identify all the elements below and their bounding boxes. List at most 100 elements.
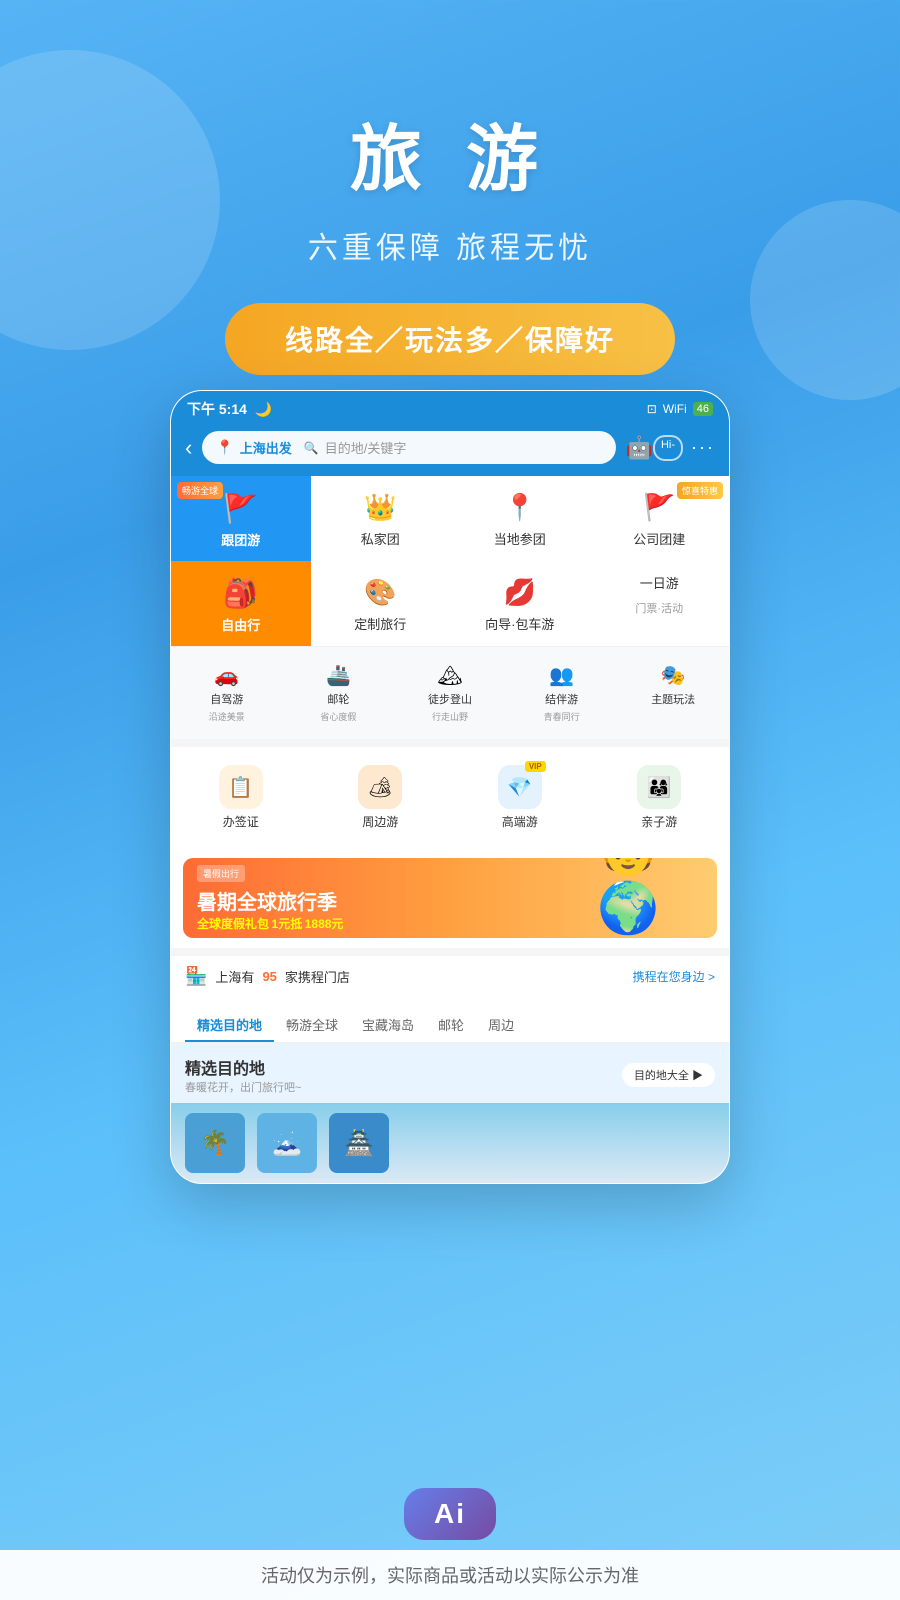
service-family[interactable]: 👨‍👩‍👧 亲子游 bbox=[590, 757, 730, 838]
store-icon: 🏪 bbox=[185, 966, 207, 987]
dest-thumb-1[interactable]: 🌴 bbox=[185, 1113, 245, 1173]
featured-images-row: 🌴 🗻 🏯 bbox=[171, 1103, 729, 1183]
tab-global[interactable]: 畅游全球 bbox=[274, 1009, 350, 1042]
service-label-nearby: 周边游 bbox=[362, 813, 398, 830]
banner-cta-amount: 1888元 bbox=[305, 917, 344, 931]
cat-label-private: 私家团 bbox=[361, 529, 400, 548]
small-sub-hiking: 行走山野 bbox=[432, 710, 468, 723]
cat-label-guide: 向导·包车游 bbox=[485, 614, 554, 633]
small-hiking[interactable]: 🏔 徒步登山 行走山野 bbox=[394, 657, 506, 729]
user-icon-wrap[interactable]: 🤖 Hi- bbox=[626, 435, 683, 461]
phone-frame: 下午 5:14 🌙 ⊡ WiFi 46 ‹ 📍 上海出发 🔍 目的地/关键字 � bbox=[170, 390, 730, 1184]
banner-title: 暑期全球旅行季 bbox=[197, 886, 583, 915]
more-dots-icon[interactable]: ··· bbox=[691, 437, 715, 458]
dest-thumb-3[interactable]: 🏯 bbox=[329, 1113, 389, 1173]
search-placeholder: 目的地/关键字 bbox=[325, 438, 407, 457]
family-icon: 👨‍👩‍👧 bbox=[647, 775, 672, 800]
cat-corp-tour[interactable]: 惊喜特惠 🚩 公司团建 bbox=[590, 476, 730, 561]
cat-private-tour[interactable]: 👑 私家团 bbox=[311, 476, 451, 561]
screen-icon: ⊡ bbox=[647, 402, 657, 416]
small-grid: 🚗 自驾游 沿途美景 🚢 邮轮 省心度假 🏔 徒步登山 行走山野 👥 结伴游 青… bbox=[171, 646, 729, 739]
small-label-companion: 结伴游 bbox=[545, 691, 578, 707]
small-label-theme: 主题玩法 bbox=[651, 691, 695, 707]
wifi-icon: WiFi bbox=[663, 402, 687, 416]
small-label-drive: 自驾游 bbox=[210, 691, 243, 707]
disclaimer: 活动仅为示例，实际商品或活动以实际公示为准 bbox=[0, 1550, 900, 1600]
store-count: 95 bbox=[262, 969, 276, 984]
tab-selected-dest[interactable]: 精选目的地 bbox=[185, 1009, 274, 1042]
cat-tag-group: 畅游全球 bbox=[177, 482, 223, 499]
vip-badge: VIP bbox=[525, 761, 546, 772]
nearby-icon: 🏕 bbox=[368, 775, 393, 800]
category-grid-row2: 🎒 自由行 🎨 定制旅行 💋 向导·包车游 一日游 门票·活动 bbox=[171, 561, 729, 646]
search-origin: 上海出发 bbox=[240, 438, 292, 457]
service-nearby[interactable]: 🏕 周边游 bbox=[311, 757, 451, 838]
hi-badge: Hi- bbox=[653, 435, 683, 461]
phone-mockup: 下午 5:14 🌙 ⊡ WiFi 46 ‹ 📍 上海出发 🔍 目的地/关键字 � bbox=[170, 390, 730, 1184]
small-label-hiking: 徒步登山 bbox=[428, 691, 472, 707]
featured-more-button[interactable]: 目的地大全 ▶ bbox=[622, 1063, 715, 1087]
luxury-icon: 💎 bbox=[507, 775, 532, 800]
moon-icon: 🌙 bbox=[255, 401, 272, 417]
cat-guide-tour[interactable]: 💋 向导·包车游 bbox=[450, 561, 590, 646]
cat-custom-travel[interactable]: 🎨 定制旅行 bbox=[311, 561, 451, 646]
people-icon: 👥 bbox=[549, 663, 574, 688]
back-button[interactable]: ‹ bbox=[185, 435, 192, 461]
cat-free-travel[interactable]: 🎒 自由行 bbox=[171, 561, 311, 646]
luxury-icon-wrap: 💎 VIP bbox=[498, 765, 542, 809]
ai-badge[interactable]: Ai bbox=[404, 1488, 496, 1540]
featured-subtitle: 春暖花开，出门旅行吧~ bbox=[185, 1079, 301, 1095]
small-cruise[interactable]: 🚢 邮轮 省心度假 bbox=[283, 657, 395, 729]
featured-header-left: 精选目的地 春暖花开，出门旅行吧~ bbox=[185, 1055, 301, 1095]
cat-local-tour[interactable]: 📍 当地参团 bbox=[450, 476, 590, 561]
service-label-luxury: 高端游 bbox=[502, 813, 538, 830]
tab-nearby[interactable]: 周边 bbox=[476, 1009, 526, 1042]
small-sub-companion: 青春同行 bbox=[544, 710, 580, 723]
destination-tabs: 精选目的地 畅游全球 宝藏海岛 邮轮 周边 bbox=[171, 997, 729, 1043]
cat-day-tour[interactable]: 一日游 门票·活动 bbox=[590, 561, 730, 646]
car-icon: 🚗 bbox=[214, 663, 239, 688]
status-icons: ⊡ WiFi 46 bbox=[647, 402, 713, 416]
search-bar: ‹ 📍 上海出发 🔍 目的地/关键字 🤖 Hi- ··· bbox=[171, 423, 729, 476]
cat-tag-corp: 惊喜特惠 bbox=[677, 482, 723, 499]
header-actions: 🤖 Hi- ··· bbox=[626, 435, 715, 461]
small-theme[interactable]: 🎭 主题玩法 bbox=[617, 657, 729, 729]
category-grid-row1: 畅游全球 🚩 跟团游 👑 私家团 📍 当地参团 惊喜特惠 🚩 公司团建 bbox=[171, 476, 729, 561]
service-label-family: 亲子游 bbox=[641, 813, 677, 830]
tab-cruise[interactable]: 邮轮 bbox=[426, 1009, 476, 1042]
nearby-icon-wrap: 🏕 bbox=[358, 765, 402, 809]
user-icon: 🤖 bbox=[626, 435, 653, 461]
store-left: 🏪 上海有 95 家携程门店 bbox=[185, 966, 350, 987]
featured-section: 精选目的地 春暖花开，出门旅行吧~ 目的地大全 ▶ 🌴 🗻 🏯 bbox=[171, 1043, 729, 1183]
small-self-drive[interactable]: 🚗 自驾游 沿途美景 bbox=[171, 657, 283, 729]
dest-thumb-2[interactable]: 🗻 bbox=[257, 1113, 317, 1173]
cat-group-tour[interactable]: 畅游全球 🚩 跟团游 bbox=[171, 476, 311, 561]
service-row: 📋 办签证 🏕 周边游 💎 VIP 高端游 👨‍👩‍👧 bbox=[171, 739, 729, 848]
hero-badge: 线路全／玩法多／保障好 bbox=[225, 303, 675, 375]
search-input-area[interactable]: 📍 上海出发 🔍 目的地/关键字 bbox=[202, 431, 615, 464]
store-info: 🏪 上海有 95 家携程门店 携程在您身边 > bbox=[171, 948, 729, 997]
cat-label-local: 当地参团 bbox=[494, 529, 546, 548]
promo-banner[interactable]: 暑假出行 暑期全球旅行季 全球度假礼包 1元抵 1888元 🧒🌍 bbox=[183, 858, 717, 938]
theme-icon: 🎭 bbox=[661, 663, 686, 688]
banner-right: 🧒🌍 bbox=[597, 858, 717, 938]
small-sub-drive: 沿途美景 bbox=[209, 710, 245, 723]
tab-island[interactable]: 宝藏海岛 bbox=[350, 1009, 426, 1042]
bag-icon: 🎒 bbox=[225, 577, 257, 609]
featured-header: 精选目的地 春暖花开，出门旅行吧~ 目的地大全 ▶ bbox=[171, 1043, 729, 1103]
small-label-cruise: 邮轮 bbox=[327, 691, 349, 707]
status-bar: 下午 5:14 🌙 ⊡ WiFi 46 bbox=[171, 391, 729, 423]
cat-label-day: 一日游 bbox=[640, 573, 679, 592]
small-companion[interactable]: 👥 结伴游 青春同行 bbox=[506, 657, 618, 729]
service-visa[interactable]: 📋 办签证 bbox=[171, 757, 311, 838]
battery-icon: 46 bbox=[693, 402, 713, 416]
status-time: 下午 5:14 🌙 bbox=[187, 399, 272, 419]
store-link[interactable]: 携程在您身边 > bbox=[633, 968, 715, 985]
small-sub-cruise: 省心度假 bbox=[320, 710, 356, 723]
banner-tag: 暑假出行 bbox=[197, 865, 245, 882]
family-icon-wrap: 👨‍👩‍👧 bbox=[637, 765, 681, 809]
service-luxury[interactable]: 💎 VIP 高端游 bbox=[450, 757, 590, 838]
location-icon: 📍 bbox=[216, 439, 233, 456]
banner-cta: 全球度假礼包 1元抵 1888元 bbox=[197, 915, 583, 932]
service-label-visa: 办签证 bbox=[223, 813, 259, 830]
